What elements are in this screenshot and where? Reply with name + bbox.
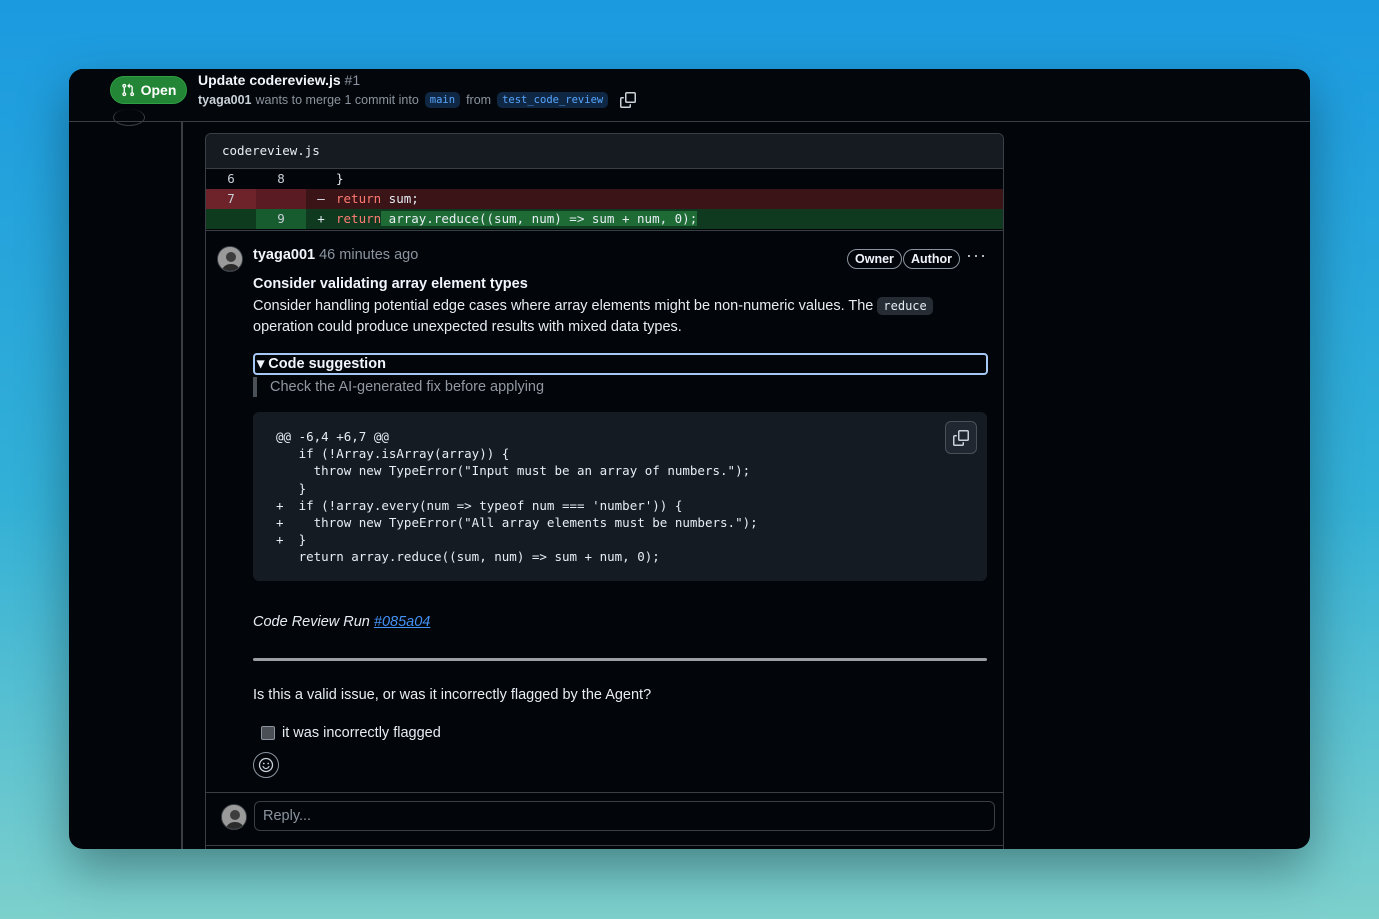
diff-row-added: 9 + return array.reduce((sum, num) => su… — [206, 209, 1003, 229]
new-line-number[interactable]: 9 — [256, 209, 306, 229]
suggestion-note: Check the AI-generated fix before applyi… — [253, 377, 544, 397]
reply-input[interactable]: Reply... — [254, 801, 995, 831]
code-rest: sum; — [381, 191, 419, 206]
code-keyword: return — [336, 211, 382, 226]
copy-icon — [953, 429, 969, 446]
code-review-run: Code Review Run #085a04 — [253, 614, 430, 630]
pr-number: #1 — [344, 72, 361, 88]
pr-status-label: Open — [140, 82, 177, 98]
code-keyword: return — [336, 191, 382, 206]
diff-sign: – — [317, 191, 325, 206]
horizontal-rule — [253, 658, 987, 661]
reply-area: Reply... — [206, 792, 1003, 843]
base-branch[interactable]: main — [424, 92, 461, 108]
timeline-avatar-stub — [113, 109, 145, 126]
diff-code: } — [336, 171, 344, 186]
copy-branch-button[interactable] — [620, 92, 637, 108]
review-thread: codereview.js 6 8 } 7 – return sum; 9 + … — [205, 133, 1004, 849]
comment-title: Consider validating array element types — [253, 276, 528, 292]
old-line-number[interactable]: 7 — [206, 189, 256, 209]
incorrectly-flagged-checkbox[interactable] — [261, 726, 275, 740]
pr-header: Open Update codereview.js #1 tyaga001 wa… — [69, 69, 1310, 122]
new-line-number[interactable]: 8 — [256, 169, 306, 189]
user-avatar-icon — [218, 247, 242, 271]
diff-row-deleted: 7 – return sum; — [206, 189, 1003, 209]
comment-header: tyaga001 46 minutes ago — [253, 247, 418, 263]
avatar[interactable] — [217, 246, 243, 272]
pr-subtitle: tyaga001 wants to merge 1 commit into ma… — [198, 92, 637, 108]
checkbox-label[interactable]: it was incorrectly flagged — [282, 725, 441, 741]
old-line-number[interactable] — [206, 209, 256, 229]
copy-icon — [620, 92, 637, 108]
run-label: Code Review Run — [253, 614, 374, 630]
author-badge: Author — [903, 249, 960, 269]
avatar — [221, 804, 247, 830]
incorrectly-flagged-option: it was incorrectly flagged — [261, 725, 441, 741]
run-link[interactable]: #085a04 — [374, 614, 430, 630]
pr-window: Open Update codereview.js #1 tyaga001 wa… — [69, 69, 1310, 849]
pr-title: Update codereview.js #1 — [198, 72, 360, 88]
pr-author-link[interactable]: tyaga001 — [198, 93, 252, 107]
suggestion-code: @@ -6,4 +6,7 @@ if (!Array.isArray(array… — [276, 429, 758, 565]
body-text: Consider handling potential edge cases w… — [253, 298, 878, 314]
pr-title-text: Update codereview.js — [198, 72, 341, 88]
add-reaction-button[interactable] — [253, 752, 279, 778]
suggestion-code-block: @@ -6,4 +6,7 @@ if (!Array.isArray(array… — [253, 412, 987, 581]
smiley-icon — [258, 757, 274, 773]
body-text: operation could produce unexpected resul… — [253, 319, 682, 335]
git-pull-request-icon — [121, 83, 134, 97]
from-text: from — [466, 93, 492, 107]
diff-code: return array.reduce((sum, num) => sum + … — [336, 209, 698, 229]
head-branch[interactable]: test_code_review — [497, 92, 609, 108]
inline-code: reduce — [877, 297, 933, 315]
code-suggestion-toggle[interactable]: ▾ Code suggestion — [253, 353, 988, 375]
merge-text: wants to merge 1 commit into — [255, 93, 419, 107]
more-options-button[interactable]: ··· — [966, 245, 987, 266]
code-rest: array.reduce((sum, num) => sum + num, 0)… — [381, 211, 698, 226]
thread-divider — [206, 845, 1003, 846]
diff-row: 6 8 } — [206, 169, 1003, 189]
comment-time[interactable]: 46 minutes ago — [319, 247, 418, 263]
copy-code-button[interactable] — [945, 421, 977, 454]
diff-sign: + — [317, 211, 325, 226]
diff-sign — [306, 169, 336, 189]
old-line-number[interactable]: 6 — [206, 169, 256, 189]
feedback-question: Is this a valid issue, or was it incorre… — [253, 687, 652, 703]
review-comment: tyaga001 46 minutes ago Owner Author ···… — [206, 231, 1003, 793]
comment-body: Consider handling potential edge cases w… — [253, 296, 973, 338]
timeline-rail — [181, 121, 183, 849]
diff-filename[interactable]: codereview.js — [206, 134, 1003, 169]
owner-badge: Owner — [847, 249, 902, 269]
pr-status-badge: Open — [110, 76, 187, 104]
user-avatar-icon — [222, 805, 246, 829]
diff-code: return sum; — [336, 189, 419, 209]
comment-author[interactable]: tyaga001 — [253, 247, 315, 263]
new-line-number[interactable] — [256, 189, 306, 209]
